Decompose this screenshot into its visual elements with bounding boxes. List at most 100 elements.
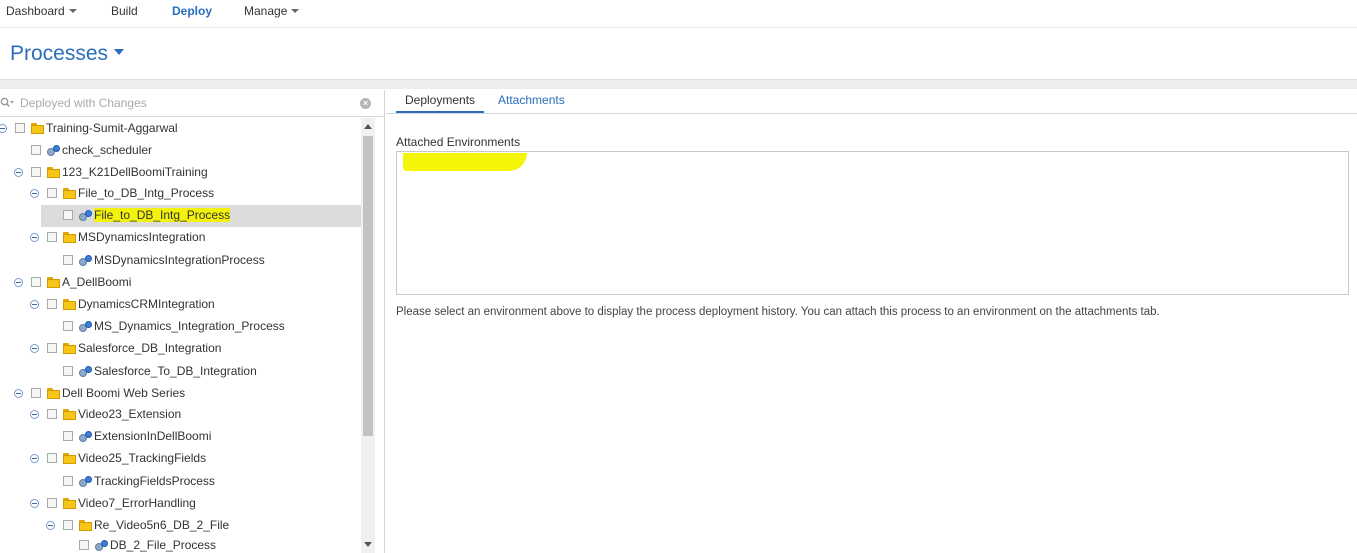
row-checkbox[interactable] — [63, 366, 73, 376]
row-checkbox[interactable] — [31, 388, 41, 398]
tree-folder-row[interactable]: File_to_DB_Intg_Process — [0, 183, 361, 205]
tree-row-label[interactable]: DB_2_File_Process — [110, 538, 216, 552]
tree-folder-row[interactable]: Salesforce_DB_Integration — [0, 338, 361, 360]
tree-folder-row[interactable]: Dell Boomi Web Series — [0, 383, 361, 405]
help-text: Please select an environment above to di… — [396, 306, 1160, 318]
collapse-icon[interactable] — [0, 124, 7, 133]
row-checkbox[interactable] — [47, 498, 57, 508]
tree-folder-row[interactable]: Video23_Extension — [0, 404, 361, 426]
tree-folder-row[interactable]: Training-Sumit-Aggarwal — [0, 118, 361, 140]
collapse-icon[interactable] — [30, 410, 39, 419]
tree-process-row[interactable]: MSDynamicsIntegrationProcess — [0, 250, 361, 272]
tree-row-label[interactable]: MS_Dynamics_Integration_Process — [94, 319, 285, 333]
row-checkbox[interactable] — [63, 520, 73, 530]
tree-row-label[interactable]: Re_Video5n6_DB_2_File — [94, 518, 229, 532]
folder-icon — [47, 277, 60, 288]
tree-folder-row[interactable]: MSDynamicsIntegration — [0, 227, 361, 249]
collapse-icon[interactable] — [46, 521, 55, 530]
tree-process-row[interactable]: ExtensionInDellBoomi — [0, 426, 361, 448]
row-checkbox[interactable] — [15, 123, 25, 133]
row-checkbox[interactable] — [47, 232, 57, 242]
tree-row-label[interactable]: Video7_ErrorHandling — [78, 496, 196, 510]
scroll-up-icon[interactable] — [364, 124, 372, 129]
tree-row-label[interactable]: 123_K21DellBoomiTraining — [62, 165, 208, 179]
tree-row-label[interactable]: Video25_TrackingFields — [78, 451, 206, 465]
tree-folder-row[interactable]: DynamicsCRMIntegration — [0, 294, 361, 316]
tree-row-label[interactable]: Salesforce_To_DB_Integration — [94, 364, 257, 378]
folder-icon — [79, 520, 92, 531]
tree-row-label[interactable]: Salesforce_DB_Integration — [78, 341, 221, 355]
process-icon — [47, 144, 61, 157]
nav-build-label: Build — [111, 4, 138, 18]
collapse-icon[interactable] — [30, 344, 39, 353]
tree-process-row[interactable]: check_scheduler — [0, 140, 361, 162]
tree-process-row[interactable]: MS_Dynamics_Integration_Process — [0, 316, 361, 338]
tree-process-row[interactable]: Salesforce_To_DB_Integration — [0, 361, 361, 383]
tree-row-label[interactable]: File_to_DB_Intg_Process — [94, 208, 231, 222]
row-checkbox[interactable] — [47, 343, 57, 353]
collapse-icon[interactable] — [30, 189, 39, 198]
tree-row-label[interactable]: A_DellBoomi — [62, 275, 131, 289]
folder-icon — [63, 343, 76, 354]
tree-row-label[interactable]: Video23_Extension — [78, 407, 181, 421]
filter-input[interactable] — [20, 95, 350, 111]
collapse-icon[interactable] — [30, 233, 39, 242]
tree-process-row[interactable]: File_to_DB_Intg_Process — [0, 205, 361, 227]
row-checkbox[interactable] — [63, 210, 73, 220]
tree-process-row[interactable]: TrackingFieldsProcess — [0, 471, 361, 493]
row-checkbox[interactable] — [31, 145, 41, 155]
details-pane: Deployments Attachments Attached Environ… — [386, 90, 1357, 553]
nav-manage-label: Manage — [244, 4, 288, 18]
row-checkbox[interactable] — [31, 277, 41, 287]
tree-row-label[interactable]: DynamicsCRMIntegration — [78, 297, 215, 311]
tree-row-label[interactable]: Training-Sumit-Aggarwal — [46, 121, 178, 135]
nav-dashboard[interactable]: Dashboard — [6, 4, 77, 18]
collapse-icon[interactable] — [30, 454, 39, 463]
tab-attachments[interactable]: Attachments — [498, 93, 565, 111]
search-icon[interactable] — [0, 97, 14, 109]
tab-deployments[interactable]: Deployments — [396, 93, 485, 113]
collapse-icon[interactable] — [14, 278, 23, 287]
tree-row-label[interactable]: TrackingFieldsProcess — [94, 474, 215, 488]
row-checkbox[interactable] — [47, 409, 57, 419]
process-icon — [95, 539, 109, 552]
tree-folder-row[interactable]: Video7_ErrorHandling — [0, 493, 361, 515]
chevron-down-icon — [114, 49, 125, 56]
tree-scrollbar[interactable] — [361, 118, 375, 553]
scroll-down-icon[interactable] — [364, 542, 372, 547]
tree-folder-row[interactable]: Re_Video5n6_DB_2_File — [0, 515, 361, 537]
tree-folder-row[interactable]: A_DellBoomi — [0, 272, 361, 294]
tree-folder-row[interactable]: Video25_TrackingFields — [0, 448, 361, 470]
attached-environments-list[interactable] — [396, 151, 1349, 295]
tree-process-row[interactable]: DB_2_File_Process — [0, 535, 361, 553]
nav-build[interactable]: Build — [111, 4, 138, 18]
tree-row-label[interactable]: MSDynamicsIntegration — [78, 230, 205, 244]
tree-row-label[interactable]: Dell Boomi Web Series — [62, 386, 185, 400]
row-checkbox[interactable] — [47, 188, 57, 198]
row-checkbox[interactable] — [63, 321, 73, 331]
row-checkbox[interactable] — [63, 476, 73, 486]
row-checkbox[interactable] — [47, 299, 57, 309]
tree-folder-row[interactable]: 123_K21DellBoomiTraining — [0, 162, 361, 184]
nav-deploy-label: Deploy — [172, 4, 213, 18]
row-checkbox[interactable] — [31, 167, 41, 177]
tree-row-label[interactable]: MSDynamicsIntegrationProcess — [94, 253, 265, 267]
row-checkbox[interactable] — [63, 431, 73, 441]
row-checkbox[interactable] — [63, 255, 73, 265]
tree-row-label[interactable]: File_to_DB_Intg_Process — [78, 186, 214, 200]
collapse-icon[interactable] — [14, 168, 23, 177]
filter-bar: × — [0, 90, 385, 117]
page-title[interactable]: Processes — [10, 42, 125, 66]
row-checkbox[interactable] — [47, 453, 57, 463]
collapse-icon[interactable] — [30, 499, 39, 508]
nav-deploy[interactable]: Deploy — [172, 4, 212, 18]
nav-manage[interactable]: Manage — [244, 4, 300, 18]
clear-icon[interactable]: × — [360, 98, 371, 109]
tree-row-label[interactable]: ExtensionInDellBoomi — [94, 429, 211, 443]
row-checkbox[interactable] — [79, 540, 89, 550]
nav-dashboard-label: Dashboard — [6, 4, 65, 18]
collapse-icon[interactable] — [14, 389, 23, 398]
tree-row-label[interactable]: check_scheduler — [62, 143, 152, 157]
collapse-icon[interactable] — [30, 300, 39, 309]
scroll-thumb[interactable] — [363, 136, 373, 436]
